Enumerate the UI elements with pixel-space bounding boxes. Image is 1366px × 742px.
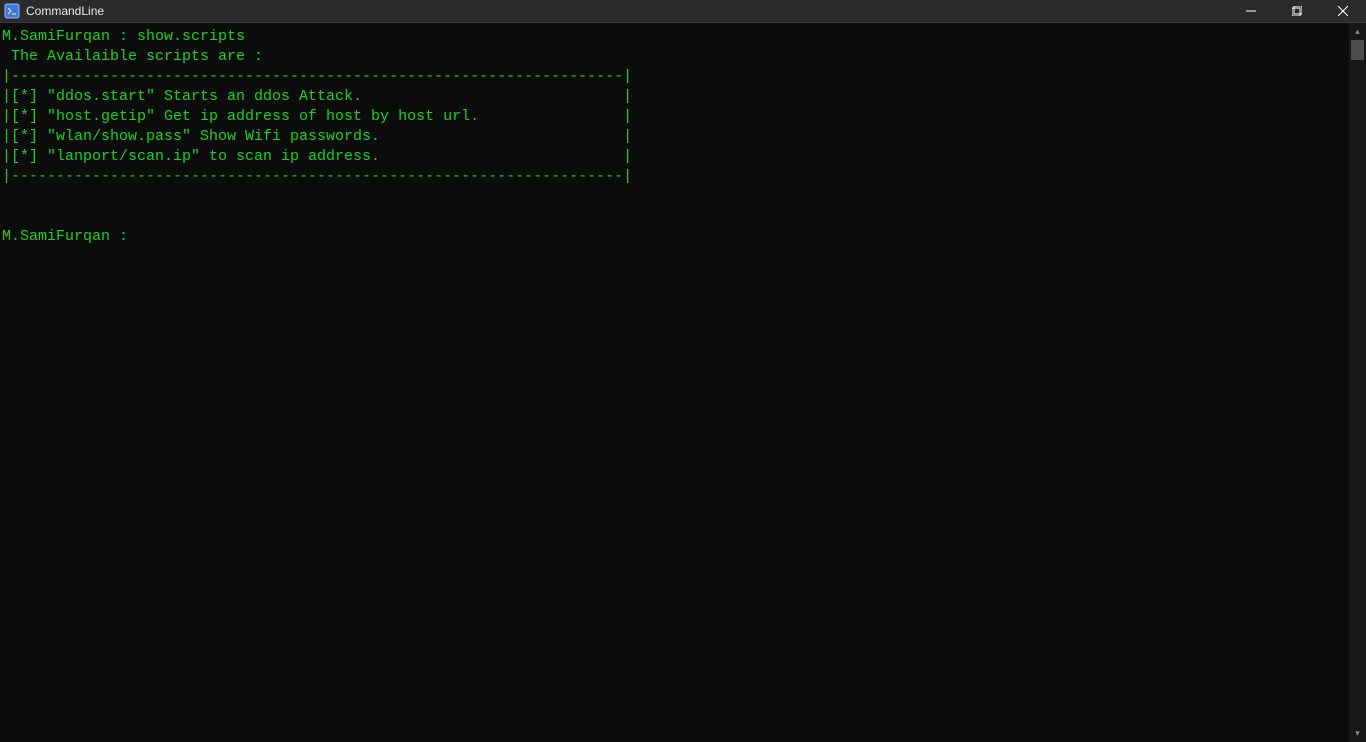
prompt-user: M.SamiFurqan: [2, 28, 110, 45]
vertical-scrollbar[interactable]: ▴ ▾: [1349, 23, 1366, 742]
client-area: M.SamiFurqan : show.scripts The Availaib…: [0, 23, 1366, 742]
close-button[interactable]: [1320, 0, 1366, 22]
app-window: CommandLine M.SamiFurqan : show.scripts …: [0, 0, 1366, 742]
entered-command: show.scripts: [137, 28, 245, 45]
output-header: The Availaible scripts are :: [2, 48, 263, 65]
app-icon: [4, 3, 20, 19]
output-row: |[*] "host.getip" Get ip address of host…: [2, 108, 632, 125]
window-title: CommandLine: [26, 4, 104, 18]
minimize-button[interactable]: [1228, 0, 1274, 22]
output-row: |[*] "lanport/scan.ip" to scan ip addres…: [2, 148, 632, 165]
scroll-down-arrow-icon[interactable]: ▾: [1349, 725, 1366, 742]
maximize-button[interactable]: [1274, 0, 1320, 22]
scroll-thumb[interactable]: [1351, 40, 1364, 60]
output-row: |[*] "wlan/show.pass" Show Wifi password…: [2, 128, 632, 145]
titlebar[interactable]: CommandLine: [0, 0, 1366, 23]
output-divider-bottom: |---------------------------------------…: [2, 168, 632, 185]
output-row: |[*] "ddos.start" Starts an ddos Attack.…: [2, 88, 632, 105]
prompt-line[interactable]: M.SamiFurqan :: [2, 228, 137, 245]
prompt-sep: :: [110, 28, 137, 45]
terminal-output[interactable]: M.SamiFurqan : show.scripts The Availaib…: [0, 23, 1349, 742]
scroll-up-arrow-icon[interactable]: ▴: [1349, 23, 1366, 40]
output-divider-top: |---------------------------------------…: [2, 68, 632, 85]
